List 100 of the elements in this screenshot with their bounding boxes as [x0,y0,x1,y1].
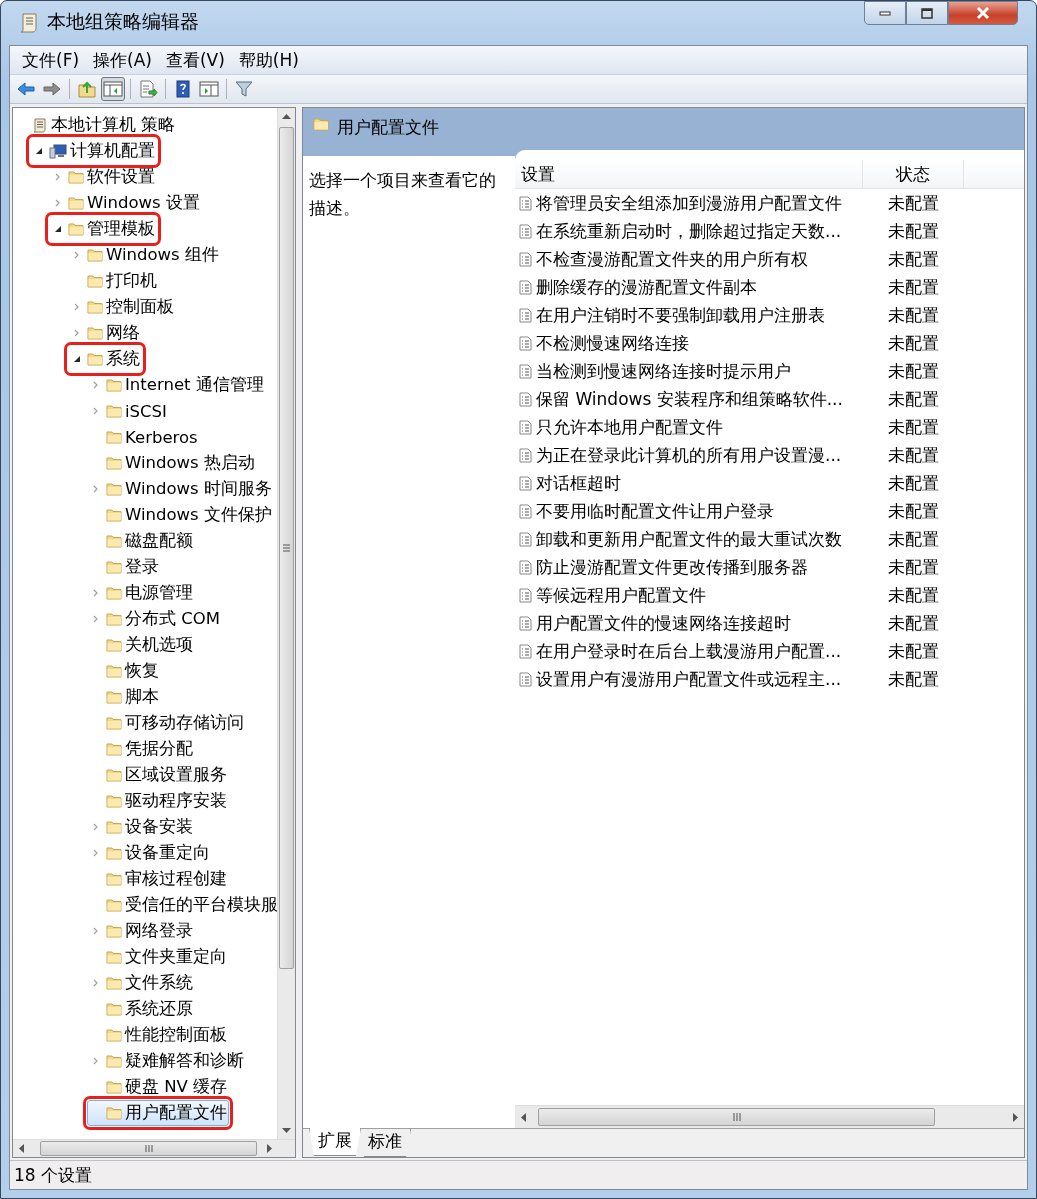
setting-name[interactable]: 设置用户有漫游用户配置文件或远程主... [536,667,842,691]
tree-item-label: 硬盘 NV 缓存 [125,1076,228,1098]
setting-name[interactable]: 保留 Windows 安装程序和组策略软件... [536,387,843,411]
tree-item[interactable]: Internet 通信管理 [87,372,266,398]
setting-name[interactable]: 等候远程用户配置文件 [536,583,706,607]
tree-item[interactable]: 凭据分配 [87,736,195,762]
folder-icon [106,846,122,860]
tree-item[interactable]: iSCSI [87,398,169,424]
vertical-scrollbar[interactable] [277,108,295,1139]
folder-icon [87,300,103,314]
tree-item[interactable]: 计算机配置 [30,138,157,164]
tree-item[interactable]: 网络登录 [87,918,195,944]
tree-item[interactable]: Windows 组件 [68,242,221,268]
menu-item[interactable]: 查看(V) [159,48,231,72]
folder-icon [106,950,122,964]
back-arrow-icon[interactable] [16,80,36,98]
tree-item[interactable]: 区域设置服务 [87,762,229,788]
policy-setting-icon [519,251,532,267]
setting-name[interactable]: 将管理员安全组添加到漫游用户配置文件 [536,191,842,215]
tree-item[interactable]: 性能控制面板 [87,1022,229,1048]
tree-item-label: 脚本 [125,686,159,708]
setting-name[interactable]: 不要用临时配置文件让用户登录 [536,499,774,523]
filter-icon[interactable] [234,80,254,98]
close-button[interactable] [948,1,1018,25]
view-tab[interactable]: 扩展 [309,1128,361,1156]
tree-item[interactable]: Windows 热启动 [87,450,257,476]
tree-item[interactable]: 登录 [87,554,161,580]
setting-name[interactable]: 为正在登录此计算机的所有用户设置漫... [536,443,842,467]
scroll-down-icon[interactable] [282,1128,291,1133]
tree-item[interactable]: 脚本 [87,684,161,710]
setting-name[interactable]: 不检查漫游配置文件夹的用户所有权 [536,247,808,271]
setting-name[interactable]: 只允许本地用户配置文件 [536,415,723,439]
tree-item[interactable]: 文件系统 [87,970,195,996]
tree-item[interactable]: 硬盘 NV 缓存 [87,1074,230,1100]
setting-state: 未配置 [886,471,940,495]
tree-item[interactable]: 网络 [68,320,142,346]
tree-item[interactable]: 受信任的平台模块服 [87,892,277,918]
scroll-up-icon[interactable] [282,114,291,119]
tree-item[interactable]: Windows 时间服务 [87,476,274,502]
tree-item[interactable]: 驱动程序安装 [87,788,229,814]
setting-name[interactable]: 在用户登录时在后台上载漫游用户配置... [536,639,842,663]
tree-item[interactable]: Windows 文件保护 [87,502,274,528]
scroll-left-icon[interactable] [521,1112,526,1122]
tree-item[interactable]: 本地计算机 策略 [13,112,178,138]
tree-item-label: 网络登录 [125,920,193,942]
setting-name[interactable]: 不检测慢速网络连接 [536,331,689,355]
setting-name[interactable]: 防止漫游配置文件更改传播到服务器 [536,555,808,579]
setting-state: 未配置 [886,387,940,411]
action-pane-icon[interactable] [199,80,219,98]
setting-name[interactable]: 当检测到慢速网络连接时提示用户 [536,359,791,383]
folder-icon [106,898,122,912]
folder-icon [106,716,122,730]
tree-item[interactable]: 疑难解答和诊断 [87,1048,246,1074]
tree-item[interactable]: 软件设置 [49,164,157,190]
tree-item[interactable]: Kerberos [87,424,200,450]
tree-item[interactable]: 关机选项 [87,632,195,658]
maximize-button[interactable] [906,1,948,25]
setting-name[interactable]: 卸载和更新用户配置文件的最大重试次数 [536,527,842,551]
scroll-left-icon[interactable] [19,1144,24,1153]
policy-setting-icon [519,503,532,519]
tree-item-label: Windows 文件保护 [125,504,272,526]
menu-item[interactable]: 操作(A) [87,48,158,72]
tree-item[interactable]: 系统 [68,346,142,372]
tree-item[interactable]: 设备安装 [87,814,195,840]
column-header[interactable]: 状态 [863,160,964,188]
tree-item[interactable]: 磁盘配额 [87,528,195,554]
scroll-right-icon[interactable] [1013,1112,1018,1122]
column-header[interactable]: 设置 [515,160,863,188]
tree-item[interactable]: 设备重定向 [87,840,212,866]
folder-up-icon[interactable] [77,80,97,98]
tree-item[interactable]: 管理模板 [49,216,157,242]
setting-name[interactable]: 用户配置文件的慢速网络连接超时 [536,611,791,635]
help-icon[interactable] [173,80,193,98]
setting-name[interactable]: 在系统重新启动时，删除超过指定天数... [536,219,842,243]
tree-item[interactable]: 文件夹重定向 [87,944,229,970]
menu-item[interactable]: 文件(F) [16,48,86,72]
folder-icon [106,1106,122,1120]
export-list-icon[interactable] [138,80,158,98]
setting-name[interactable]: 在用户注销时不要强制卸载用户注册表 [536,303,825,327]
folder-icon [106,1028,122,1042]
setting-state: 未配置 [886,219,940,243]
menu-item[interactable]: 帮助(H) [232,48,305,72]
setting-name[interactable]: 删除缓存的漫游配置文件副本 [536,275,757,299]
scroll-right-icon[interactable] [267,1144,272,1153]
tree-item[interactable]: 审核过程创建 [87,866,229,892]
tree-item[interactable]: 分布式 COM [87,606,222,632]
tree-item[interactable]: 打印机 [68,268,159,294]
policy-setting-icon [519,643,532,659]
tree-item-label: 文件系统 [125,972,193,994]
horizontal-scrollbar[interactable] [13,1139,295,1157]
horizontal-scrollbar[interactable] [515,1105,1024,1128]
tree-item[interactable]: 系统还原 [87,996,195,1022]
tree-item[interactable]: Windows 设置 [49,190,202,216]
setting-name[interactable]: 对话框超时 [536,471,621,495]
tree-pane-icon[interactable] [103,80,123,98]
tree-item[interactable]: 可移动存储访问 [87,710,246,736]
tree-item[interactable]: 恢复 [87,658,161,684]
tree-item[interactable]: 控制面板 [68,294,176,320]
tree-item-label: Windows 热启动 [125,452,255,474]
tree-item[interactable]: 电源管理 [87,580,195,606]
